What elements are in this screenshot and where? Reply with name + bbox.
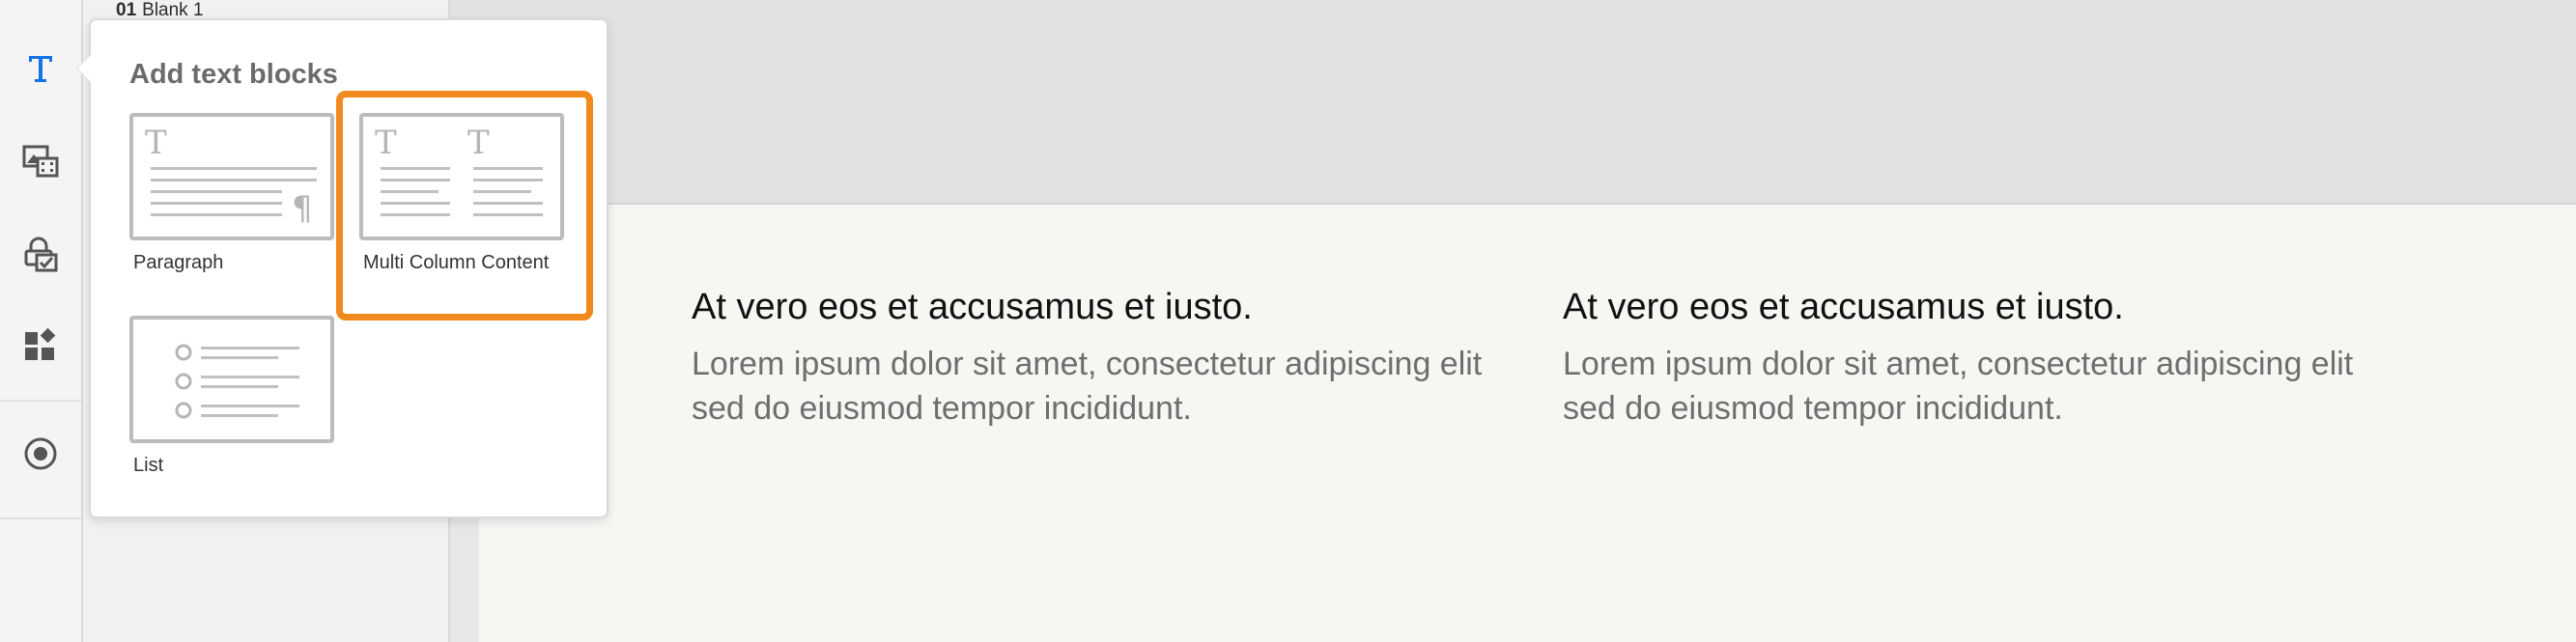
multi-column-block-option[interactable]: T T Multi Column Content — [359, 113, 612, 277]
block-label: List — [133, 455, 164, 476]
paragraph-block-option[interactable]: T ¶ Paragraph — [129, 113, 338, 277]
rail-record-button[interactable] — [0, 423, 81, 485]
editor-canvas: At vero eos et accusamus et iusto. Lorem… — [450, 0, 2576, 642]
block-label: Multi Column Content — [363, 252, 550, 273]
content-column[interactable]: At vero eos et accusamus et iusto. Lorem… — [1563, 282, 2413, 431]
block-label: Paragraph — [133, 252, 224, 273]
popover-title: Add text blocks — [129, 59, 338, 90]
svg-text:T: T — [467, 124, 490, 162]
list-block-option[interactable]: List — [129, 316, 338, 480]
rail-text-button[interactable] — [0, 37, 81, 98]
add-text-blocks-popover: Add text blocks T ¶ Paragraph T T Multi … — [77, 18, 612, 518]
record-icon — [24, 437, 57, 470]
left-tool-rail — [0, 0, 83, 642]
rail-interactive-button[interactable] — [0, 224, 81, 286]
rail-widgets-button[interactable] — [0, 315, 81, 377]
page-number: 01 — [116, 0, 137, 20]
interactive-icon — [24, 237, 58, 272]
list-block-icon — [129, 316, 334, 443]
media-icon — [22, 145, 59, 178]
multi-column-section[interactable]: At vero eos et accusamus et iusto. Lorem… — [479, 203, 2576, 642]
column-heading[interactable]: At vero eos et accusamus et iusto. — [692, 282, 1542, 332]
multi-column-block-icon: T T — [359, 113, 564, 240]
column-body[interactable]: Lorem ipsum dolor sit amet, consectetur … — [1563, 342, 2413, 431]
column-heading[interactable]: At vero eos et accusamus et iusto. — [1563, 282, 2413, 332]
app-root: 01 Blank 1 At vero eos et accusamus et iu… — [0, 0, 2576, 642]
page-name: Blank 1 — [142, 0, 204, 20]
rail-separator — [0, 400, 81, 402]
paragraph-block-icon: T ¶ — [129, 113, 334, 240]
rail-separator — [0, 517, 81, 519]
svg-text:T: T — [145, 124, 167, 162]
widgets-icon — [25, 327, 56, 360]
popover-pointer — [77, 55, 91, 82]
column-body[interactable]: Lorem ipsum dolor sit amet, consectetur … — [692, 342, 1542, 431]
text-icon — [29, 56, 52, 82]
content-column[interactable]: At vero eos et accusamus et iusto. Lorem… — [692, 282, 1542, 431]
rail-media-button[interactable] — [0, 129, 81, 191]
svg-text:T: T — [375, 124, 397, 162]
svg-text:¶: ¶ — [292, 189, 313, 228]
